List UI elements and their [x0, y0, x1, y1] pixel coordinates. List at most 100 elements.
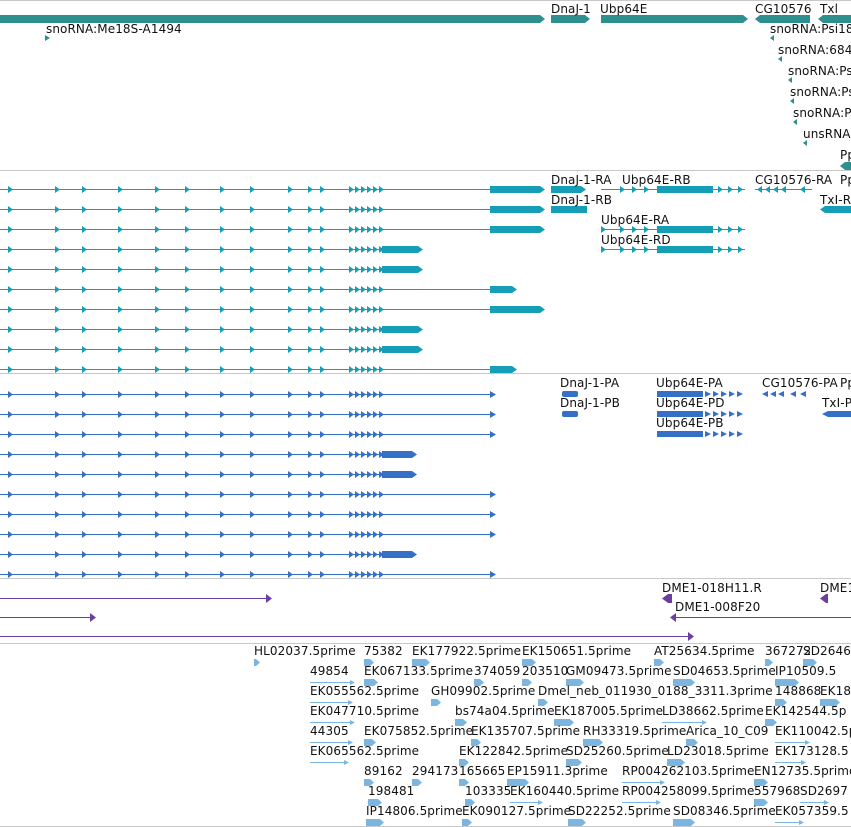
feature-label[interactable]: snoRNA:Me18S-A1494: [46, 22, 182, 36]
exon-glyph[interactable]: [382, 551, 412, 558]
exon-glyph[interactable]: [490, 366, 512, 373]
feature-label[interactable]: 103335: [465, 784, 511, 798]
exon-glyph[interactable]: [490, 206, 540, 213]
feature-label[interactable]: DnaJ-1-PA: [560, 376, 619, 390]
feature-label[interactable]: 294173: [412, 764, 458, 778]
exon-glyph[interactable]: [657, 246, 713, 253]
feature-label[interactable]: DME1-018H11.R: [662, 581, 762, 595]
feature-label[interactable]: Pp: [840, 173, 851, 187]
feature-label[interactable]: bs74a04.5prime: [455, 704, 555, 718]
feature-label[interactable]: RP004262103.5prime: [622, 764, 755, 778]
genome-browser-view[interactable]: DnaJ-1 Ubp64E CG10576 Txl snoRNA:Me18S-A1494…: [0, 0, 851, 827]
feature-label[interactable]: SD22252.5prime: [568, 804, 671, 818]
est-glyph[interactable]: [462, 819, 472, 826]
feature-label[interactable]: EK135707.5prime: [471, 724, 580, 738]
feature-label[interactable]: snoRNA:Ps: [788, 64, 851, 78]
feature-label[interactable]: Ubp64E-PB: [656, 416, 724, 430]
feature-label[interactable]: SD08346.5prime: [673, 804, 776, 818]
clone-glyph[interactable]: [662, 594, 672, 603]
exon-glyph[interactable]: [490, 286, 512, 293]
cds-glyph-txl[interactable]: [822, 411, 851, 417]
feature-label[interactable]: Ubp64E-PD: [656, 396, 725, 410]
transcript-glyph-dnaj-1-ra[interactable]: [551, 186, 581, 193]
feature-label[interactable]: EK075852.5prime: [364, 724, 473, 738]
exon-glyph[interactable]: [657, 186, 713, 193]
feature-label[interactable]: GH09902.5prime: [431, 684, 535, 698]
feature-label[interactable]: 203510: [522, 664, 568, 678]
feature-label[interactable]: Dmel_neb_011930_0188_3311.3prime: [538, 684, 773, 698]
est-glyph[interactable]: [254, 659, 260, 666]
feature-label[interactable]: Arica_10_C09: [686, 724, 769, 738]
feature-label[interactable]: EK122842.5prime: [459, 744, 568, 758]
feature-label[interactable]: snoRNA:Psi18S: [770, 22, 851, 36]
feature-label[interactable]: Pp: [840, 376, 851, 390]
cds-glyph-dnaj-1-pb[interactable]: [562, 411, 578, 417]
feature-label[interactable]: 198481: [368, 784, 414, 798]
feature-label[interactable]: GM09473.5prime: [566, 664, 672, 678]
feature-label[interactable]: DnaJ-1: [551, 2, 591, 16]
feature-label[interactable]: LD38662.5prime: [662, 704, 764, 718]
feature-label[interactable]: 165665: [459, 764, 505, 778]
est-glyph[interactable]: [673, 819, 695, 826]
feature-label[interactable]: HL02037.5prime: [254, 644, 356, 658]
feature-label[interactable]: AT25634.5prime: [654, 644, 755, 658]
feature-label[interactable]: SD2646: [803, 644, 851, 658]
exon-glyph[interactable]: [382, 451, 412, 458]
feature-label[interactable]: EN12735.5prime: [754, 764, 851, 778]
feature-label[interactable]: TxI-R: [820, 193, 851, 207]
cds-glyph-cg10576[interactable]: [762, 391, 768, 397]
exon-glyph[interactable]: [382, 326, 418, 333]
feature-label[interactable]: EP15911.3prime: [507, 764, 608, 778]
feature-label[interactable]: 557968: [754, 784, 800, 798]
feature-label[interactable]: DnaJ-1-RA: [551, 173, 612, 187]
feature-label[interactable]: 44305: [310, 724, 349, 738]
feature-label[interactable]: CG10576: [755, 2, 812, 16]
feature-label[interactable]: DME1: [820, 581, 851, 595]
feature-label[interactable]: EK18: [820, 684, 851, 698]
feature-label[interactable]: CG10576-PA: [762, 376, 838, 390]
gene-glyph-pp[interactable]: [840, 162, 851, 170]
feature-label[interactable]: EK173128.5: [775, 744, 849, 758]
feature-label[interactable]: DnaJ-1-PB: [560, 396, 620, 410]
feature-label[interactable]: Ubp64E-RB: [622, 173, 691, 187]
feature-label[interactable]: Ubp64E-PA: [656, 376, 723, 390]
est-glyph[interactable]: [568, 819, 586, 826]
feature-label[interactable]: unsRNA:: [803, 127, 851, 141]
cds-glyph-cg10576[interactable]: [800, 391, 806, 397]
feature-label[interactable]: snoRNA:684: [778, 43, 851, 57]
feature-label[interactable]: EK055562.5prime: [310, 684, 419, 698]
feature-label[interactable]: DME1-008F20: [675, 600, 760, 614]
est-glyph[interactable]: [366, 819, 384, 826]
feature-label[interactable]: IP10509.5: [775, 664, 836, 678]
clone-glyph[interactable]: [820, 594, 828, 603]
exon-glyph[interactable]: [382, 266, 418, 273]
feature-label[interactable]: LD23018.5prime: [667, 744, 769, 758]
feature-label[interactable]: RP004258099.5prime: [622, 784, 755, 798]
exon-glyph[interactable]: [382, 471, 412, 478]
cds-glyph-ubp64e[interactable]: [657, 431, 703, 437]
feature-label[interactable]: SD04653.5prime: [673, 664, 776, 678]
feature-label[interactable]: Pp: [840, 148, 851, 162]
feature-label[interactable]: EK047710.5prime: [310, 704, 419, 718]
feature-label[interactable]: TxI-P: [822, 396, 851, 410]
feature-label[interactable]: CG10576-RA: [755, 173, 832, 187]
feature-label[interactable]: snoRNA:Ps: [793, 106, 851, 120]
feature-label[interactable]: IP14806.5prime: [366, 804, 463, 818]
cds-glyph-cg10576[interactable]: [790, 391, 796, 397]
gene-glyph-ubp64e[interactable]: [601, 15, 743, 23]
feature-label[interactable]: Ubp64E-RD: [601, 233, 671, 247]
cds-glyph-cg10576[interactable]: [778, 391, 784, 397]
transcript-glyph-dnaj-1-rb[interactable]: [551, 206, 587, 213]
gene-glyph-dnaj-1[interactable]: [551, 15, 585, 23]
feature-label[interactable]: EK090127.5prime: [462, 804, 571, 818]
exon-glyph[interactable]: [657, 226, 713, 233]
feature-label[interactable]: EK150651.5prime: [522, 644, 631, 658]
feature-label[interactable]: EK160440.5prime: [510, 784, 619, 798]
feature-label[interactable]: 49854: [310, 664, 349, 678]
feature-label[interactable]: 374059: [474, 664, 520, 678]
feature-label[interactable]: 148868: [775, 684, 821, 698]
feature-label[interactable]: 89162: [364, 764, 403, 778]
exon-glyph[interactable]: [382, 246, 418, 253]
feature-label[interactable]: RH33319.5prime: [583, 724, 686, 738]
est-glyph[interactable]: [431, 699, 441, 706]
